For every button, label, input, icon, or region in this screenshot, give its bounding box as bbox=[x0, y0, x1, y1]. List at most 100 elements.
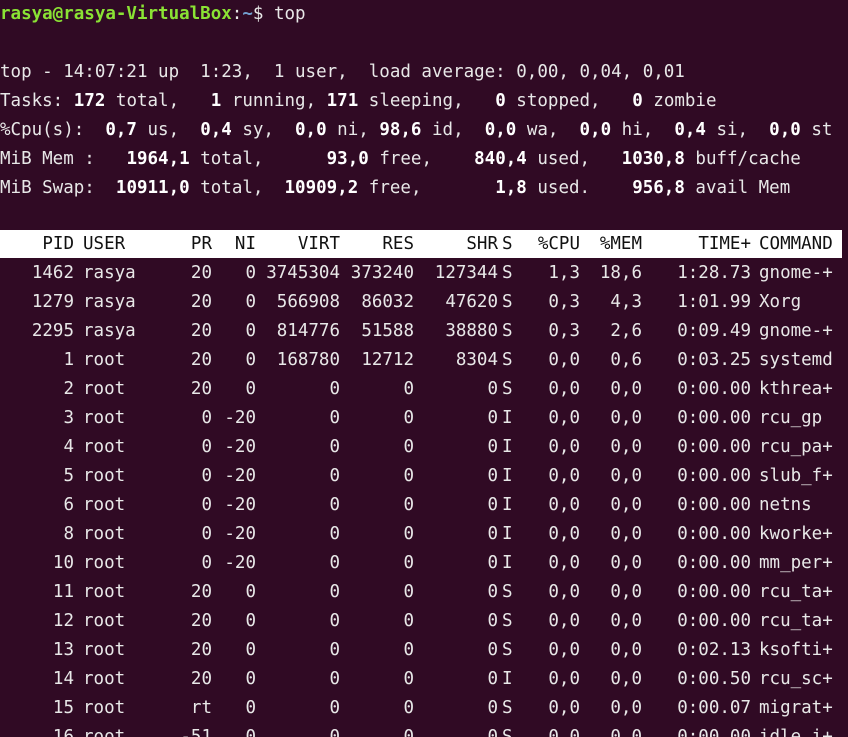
cell-res: 0 bbox=[403, 669, 414, 689]
cell-pid: 8 bbox=[63, 524, 74, 544]
cell-pr: rt bbox=[190, 698, 212, 718]
table-row: 10 root 0 -20 0 0 0 I 0,0 0,0 0:00.00 mm_per+ bbox=[0, 549, 848, 578]
cell-time: 0:00.00 bbox=[677, 727, 751, 737]
cpu-line: %Cpu(s): 0,7 us, 0,4 sy, 0,0 ni, 98,6 id… bbox=[0, 116, 832, 145]
tasks-running: 1 bbox=[210, 91, 222, 111]
cell-virt: 566908 bbox=[276, 292, 340, 312]
mem-label: MiB Mem : bbox=[0, 149, 127, 169]
cell-virt: 168780 bbox=[276, 350, 340, 370]
cell-s: I bbox=[502, 669, 513, 689]
cell-time: 0:00.00 bbox=[677, 408, 751, 428]
cell-res: 0 bbox=[403, 524, 414, 544]
cell-pr: 20 bbox=[190, 321, 212, 341]
cell-user: root bbox=[83, 350, 126, 370]
cpu-ni: 0,0 bbox=[295, 120, 327, 140]
table-row: 6 root 0 -20 0 0 0 I 0,0 0,0 0:00.00 netns bbox=[0, 491, 848, 520]
column-header-ni: NI bbox=[234, 234, 256, 254]
cell-cpu: 0,0 bbox=[548, 727, 580, 737]
cell-s: S bbox=[502, 727, 513, 737]
cell-cpu: 0,0 bbox=[548, 350, 580, 370]
terminal-window[interactable]: rasya@rasya-VirtualBox:~$ top top - 14:0… bbox=[0, 0, 848, 737]
cell-command: Xorg bbox=[759, 292, 802, 312]
swap-total-label: total, bbox=[189, 178, 285, 198]
cell-mem: 4,3 bbox=[610, 292, 642, 312]
cell-user: root bbox=[83, 611, 126, 631]
cell-shr: 127344 bbox=[434, 263, 498, 283]
cpu-hi-label: hi, bbox=[611, 120, 675, 140]
prompt-separator: : bbox=[231, 4, 243, 24]
cell-res: 0 bbox=[403, 466, 414, 486]
cell-cpu: 0,0 bbox=[548, 640, 580, 660]
cell-s: S bbox=[502, 263, 513, 283]
cell-virt: 0 bbox=[329, 379, 340, 399]
cell-s: I bbox=[502, 495, 513, 515]
mem-free-label: free, bbox=[368, 149, 475, 169]
cell-pid: 14 bbox=[52, 669, 74, 689]
cell-res: 0 bbox=[403, 495, 414, 515]
cell-virt: 814776 bbox=[276, 321, 340, 341]
cell-pr: 20 bbox=[190, 611, 212, 631]
cell-cpu: 0,0 bbox=[548, 524, 580, 544]
cell-user: root bbox=[83, 408, 126, 428]
mem-total: 1964,1 bbox=[126, 149, 190, 169]
cell-mem: 0,0 bbox=[610, 379, 642, 399]
table-row: 1279 rasya 20 0 566908 86032 47620 S 0,3 4,3 1:01.… bbox=[0, 288, 848, 317]
column-header-command: COMMAND bbox=[759, 234, 833, 254]
mem-free: 93,0 bbox=[326, 149, 369, 169]
tasks-line: Tasks: 172 total, 1 running, 171 sleepin… bbox=[0, 87, 717, 116]
cpu-si-label: si, bbox=[705, 120, 770, 140]
tasks-sleeping-label: sleeping, bbox=[358, 91, 496, 111]
cell-res: 0 bbox=[403, 553, 414, 573]
cell-command: rcu_sc+ bbox=[759, 669, 833, 689]
cell-virt: 0 bbox=[329, 495, 340, 515]
table-row: 15 root rt 0 0 0 0 S 0,0 0,0 0:00.07 migrat+ bbox=[0, 694, 848, 723]
table-row: 16 root -51 0 0 0 0 S 0,0 0,0 0:00.00 idle_i+ bbox=[0, 723, 848, 737]
cell-cpu: 0,0 bbox=[548, 408, 580, 428]
cell-s: S bbox=[502, 611, 513, 631]
tasks-running-label: running, bbox=[221, 91, 327, 111]
mem-cache: 1030,8 bbox=[621, 149, 685, 169]
cell-res: 0 bbox=[403, 582, 414, 602]
cpu-sy: 0,4 bbox=[200, 120, 232, 140]
column-header-mem: %MEM bbox=[599, 234, 642, 254]
cell-time: 0:00.00 bbox=[677, 495, 751, 515]
column-header-res: RES bbox=[382, 234, 414, 254]
prompt-command: top bbox=[273, 4, 306, 24]
cell-mem: 0,0 bbox=[610, 640, 642, 660]
cell-time: 0:00.00 bbox=[677, 524, 751, 544]
cell-res: 0 bbox=[403, 640, 414, 660]
cell-pr: 0 bbox=[201, 437, 212, 457]
cell-command: migrat+ bbox=[759, 698, 833, 718]
cell-cpu: 0,0 bbox=[548, 611, 580, 631]
cell-time: 0:00.00 bbox=[677, 466, 751, 486]
column-header-user: USER bbox=[83, 234, 126, 254]
mem-cache-label: buff/cache bbox=[684, 149, 801, 169]
cell-mem: 0,0 bbox=[610, 698, 642, 718]
cell-s: I bbox=[502, 466, 513, 486]
cell-ni: 0 bbox=[245, 350, 256, 370]
cell-ni: 0 bbox=[245, 640, 256, 660]
cpu-us: 0,7 bbox=[105, 120, 137, 140]
cell-pid: 13 bbox=[52, 640, 74, 660]
cell-res: 0 bbox=[403, 611, 414, 631]
cell-mem: 0,0 bbox=[610, 437, 642, 457]
cell-ni: 0 bbox=[245, 611, 256, 631]
column-header-pid: PID bbox=[42, 234, 74, 254]
mem-used-label: used, bbox=[526, 149, 622, 169]
mem-line: MiB Mem : 1964,1 total, 93,0 free, 840,4… bbox=[0, 145, 801, 174]
tasks-zombie: 0 bbox=[632, 91, 643, 111]
cell-user: root bbox=[83, 437, 126, 457]
cell-user: root bbox=[83, 553, 126, 573]
cell-cpu: 0,0 bbox=[548, 582, 580, 602]
cell-res: 12712 bbox=[361, 350, 414, 370]
cell-time: 0:03.25 bbox=[677, 350, 751, 370]
cell-user: root bbox=[83, 379, 126, 399]
cell-shr: 0 bbox=[487, 669, 498, 689]
cell-pr: 20 bbox=[190, 379, 212, 399]
cell-mem: 0,0 bbox=[610, 524, 642, 544]
cpu-wa: 0,0 bbox=[484, 120, 517, 140]
cell-pr: 0 bbox=[201, 495, 212, 515]
table-row: 8 root 0 -20 0 0 0 I 0,0 0,0 0:00.00 kworke+ bbox=[0, 520, 848, 549]
cell-time: 0:00.00 bbox=[677, 553, 751, 573]
cell-command: slub_f+ bbox=[759, 466, 833, 486]
